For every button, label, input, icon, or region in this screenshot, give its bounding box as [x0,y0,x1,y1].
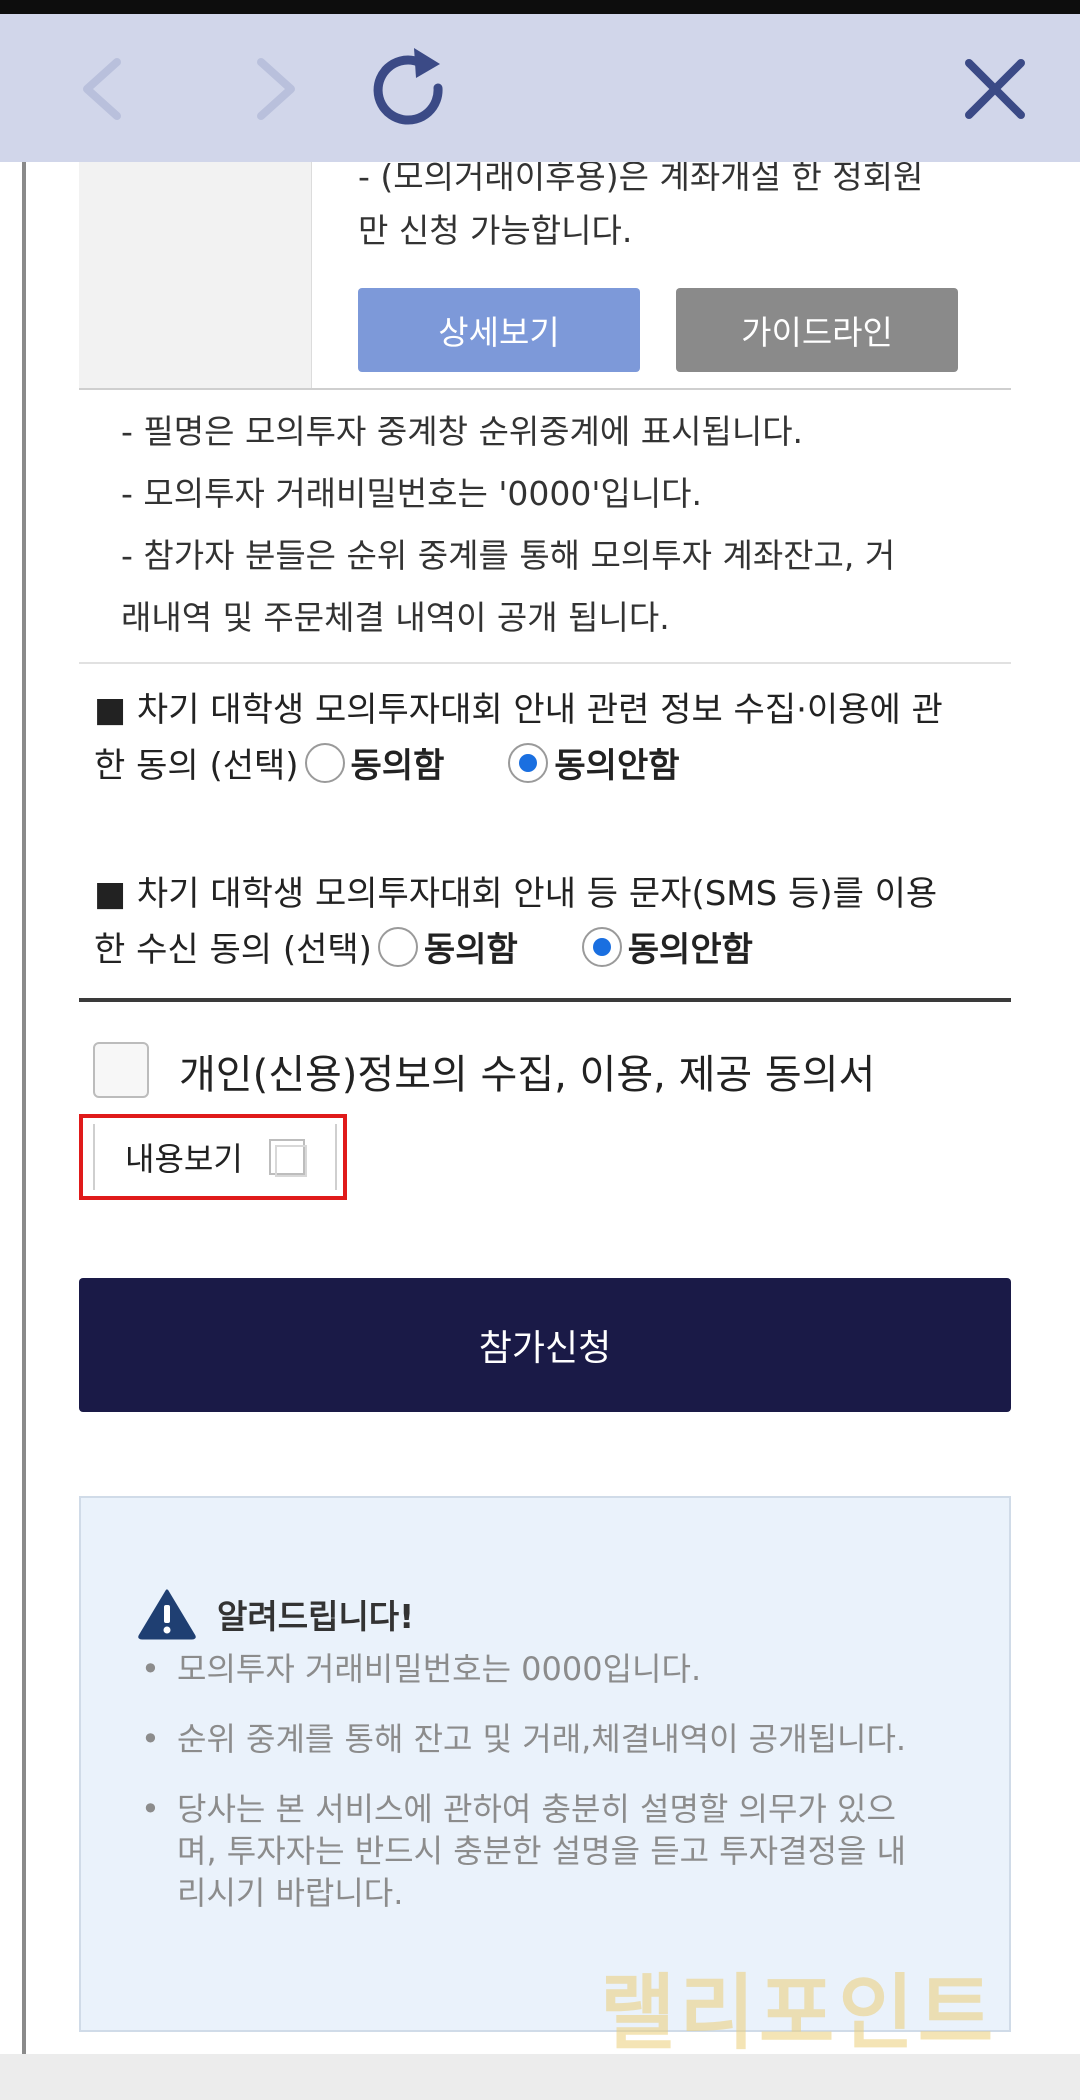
bottom-strip [0,2054,1080,2100]
consent-info-disagree-radio[interactable] [508,742,549,783]
consent-info-options: 한 동의 (선택) 동의함 동의안함 [94,738,680,787]
popup-window-icon [268,1139,307,1177]
list-item: 모의투자 거래비밀번호는 0000입니다. [141,1648,961,1690]
note-line: - 모의투자 거래비밀번호는 '0000'입니다. [121,474,703,513]
table-header-cell [79,162,312,388]
consent-sms-disagree-label[interactable]: 동의안함 [628,922,753,971]
consent-sms-agree-label[interactable]: 동의함 [424,922,518,971]
account-table-row: - (모의거래이후용)은 계좌개설 한 정회원 만 신청 가능합니다. 상세보기… [79,157,1011,390]
consent-sms-subtitle: 한 수신 동의 (선택) [94,930,372,970]
privacy-agree-checkbox[interactable] [93,1042,149,1098]
consent-info-title: ■ 차기 대학생 모의투자대회 안내 관련 정보 수집·이용에 관 [94,690,943,730]
chevron-right-icon [257,58,295,120]
notice-item-text: 순위 중계를 통해 잔고 및 거래,체결내역이 공개됩니다. [177,1720,907,1758]
guideline-button[interactable]: 가이드라인 [676,288,958,372]
consent-info-agree-radio[interactable] [304,742,345,783]
close-button[interactable] [950,44,1040,134]
list-item: 당사는 본 서비스에 관하여 충분히 설명할 의무가 있으 며, 투자자는 반드… [141,1788,961,1914]
apply-button[interactable]: 참가신청 [79,1278,1011,1412]
watermark-logo: 랠리포인트 [600,1966,998,2061]
status-bar [0,0,1080,14]
main-content: - (모의거래이후용)은 계좌개설 한 정회원 만 신청 가능합니다. 상세보기… [79,157,1011,2032]
consent-info-subtitle: 한 동의 (선택) [94,746,299,786]
notice-item-text: 리시기 바랍니다. [177,1874,404,1912]
account-note-line2: 만 신청 가능합니다. [358,211,633,250]
detail-button[interactable]: 상세보기 [358,288,640,372]
note-line: 래내역 및 주문체결 내역이 공개 됩니다. [121,598,670,637]
browser-nav-bar [0,14,1080,162]
refresh-button[interactable] [366,44,456,134]
list-item: 순위 중계를 통해 잔고 및 거래,체결내역이 공개됩니다. [141,1718,961,1760]
view-content-label: 내용보기 [125,1140,243,1178]
privacy-agree-label[interactable]: 개인(신용)정보의 수집, 이용, 제공 동의서 [179,1042,875,1100]
consent-sms-options: 한 수신 동의 (선택) 동의함 동의안함 [94,922,753,971]
consent-sms-disagree-radio[interactable] [581,926,622,967]
consent-info-agree-label[interactable]: 동의함 [351,738,445,787]
forward-button[interactable] [230,44,320,134]
view-content-button[interactable]: 내용보기 [93,1124,337,1190]
section-divider [79,998,1011,1002]
chevron-left-icon [83,58,121,120]
note-line: - 필명은 모의투자 중계창 순위중계에 표시됩니다. [121,412,804,451]
page-left-border [22,162,26,2054]
notice-item-text: 당사는 본 서비스에 관하여 충분히 설명할 의무가 있으 [177,1790,896,1828]
close-icon [965,59,1025,119]
notes-block: - 필명은 모의투자 중계창 순위중계에 표시됩니다. - 모의투자 거래비밀번… [79,390,1011,664]
notice-list: 모의투자 거래비밀번호는 0000입니다. 순위 중계를 통해 잔고 및 거래,… [141,1648,961,1942]
note-line: - 참가자 분들은 순위 중계를 통해 모의투자 계좌잔고, 거 [121,536,896,575]
notice-item-text: 모의투자 거래비밀번호는 0000입니다. [177,1650,702,1688]
back-button[interactable] [58,44,148,134]
consent-sms-title: ■ 차기 대학생 모의투자대회 안내 등 문자(SMS 등)를 이용 [94,874,938,914]
notice-title: 알려드립니다! [217,1597,415,1636]
view-content-highlight: 내용보기 [79,1114,347,1200]
notice-item-text: 며, 투자자는 반드시 충분한 설명을 듣고 투자결정을 내 [177,1832,907,1870]
warning-icon [138,1589,196,1640]
consent-info-disagree-label[interactable]: 동의안함 [554,738,679,787]
refresh-icon [373,48,443,125]
consent-sms-agree-radio[interactable] [377,926,418,967]
